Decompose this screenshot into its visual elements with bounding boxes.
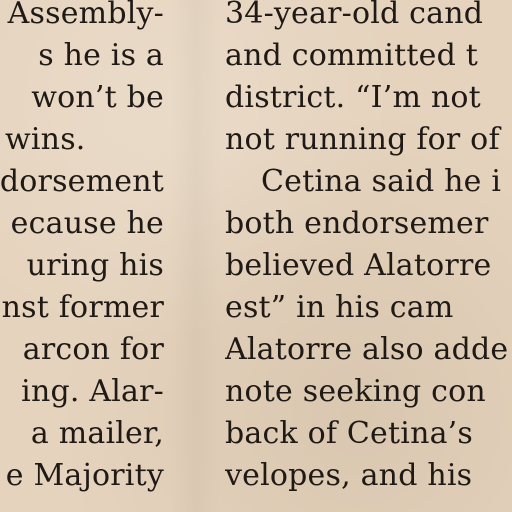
right-text-column: 34-year-old cand and committed t distric… xyxy=(225,0,512,512)
left-line: e Majority xyxy=(5,458,164,493)
right-line: not running for of xyxy=(225,122,500,157)
right-line: note seeking con xyxy=(225,374,486,409)
left-line: ecause he xyxy=(10,206,164,241)
newspaper-clipping: Assembly- s he is a won’t be wins. dorse… xyxy=(0,0,512,512)
left-line: uring his xyxy=(26,248,164,283)
left-text-column: Assembly- s he is a won’t be wins. dorse… xyxy=(0,0,164,512)
right-line: and committed t xyxy=(225,38,478,73)
right-line: back of Cetina’s xyxy=(225,416,474,451)
left-line: a mailer, xyxy=(30,416,164,451)
right-line: Alatorre also adde xyxy=(225,332,509,367)
column-gutter xyxy=(170,0,222,512)
right-line: district. “I’m not xyxy=(225,80,481,115)
right-line: est” in his cam xyxy=(225,290,454,325)
left-line: s he is a xyxy=(38,38,164,73)
left-line: nst former xyxy=(1,290,164,325)
right-line: velopes, and his xyxy=(225,458,473,493)
left-line: ing. Alar- xyxy=(21,374,164,409)
left-line: arcon for xyxy=(22,332,164,367)
right-line: both endorsemer xyxy=(225,206,489,241)
left-line: Assembly- xyxy=(7,0,164,31)
left-line: wins. xyxy=(5,122,86,157)
left-line: won’t be xyxy=(31,80,164,115)
left-line: dorsement xyxy=(0,164,164,199)
right-line: Cetina said he i xyxy=(261,164,502,199)
right-line: 34-year-old cand xyxy=(225,0,484,31)
right-line: believed Alatorre xyxy=(225,248,492,283)
